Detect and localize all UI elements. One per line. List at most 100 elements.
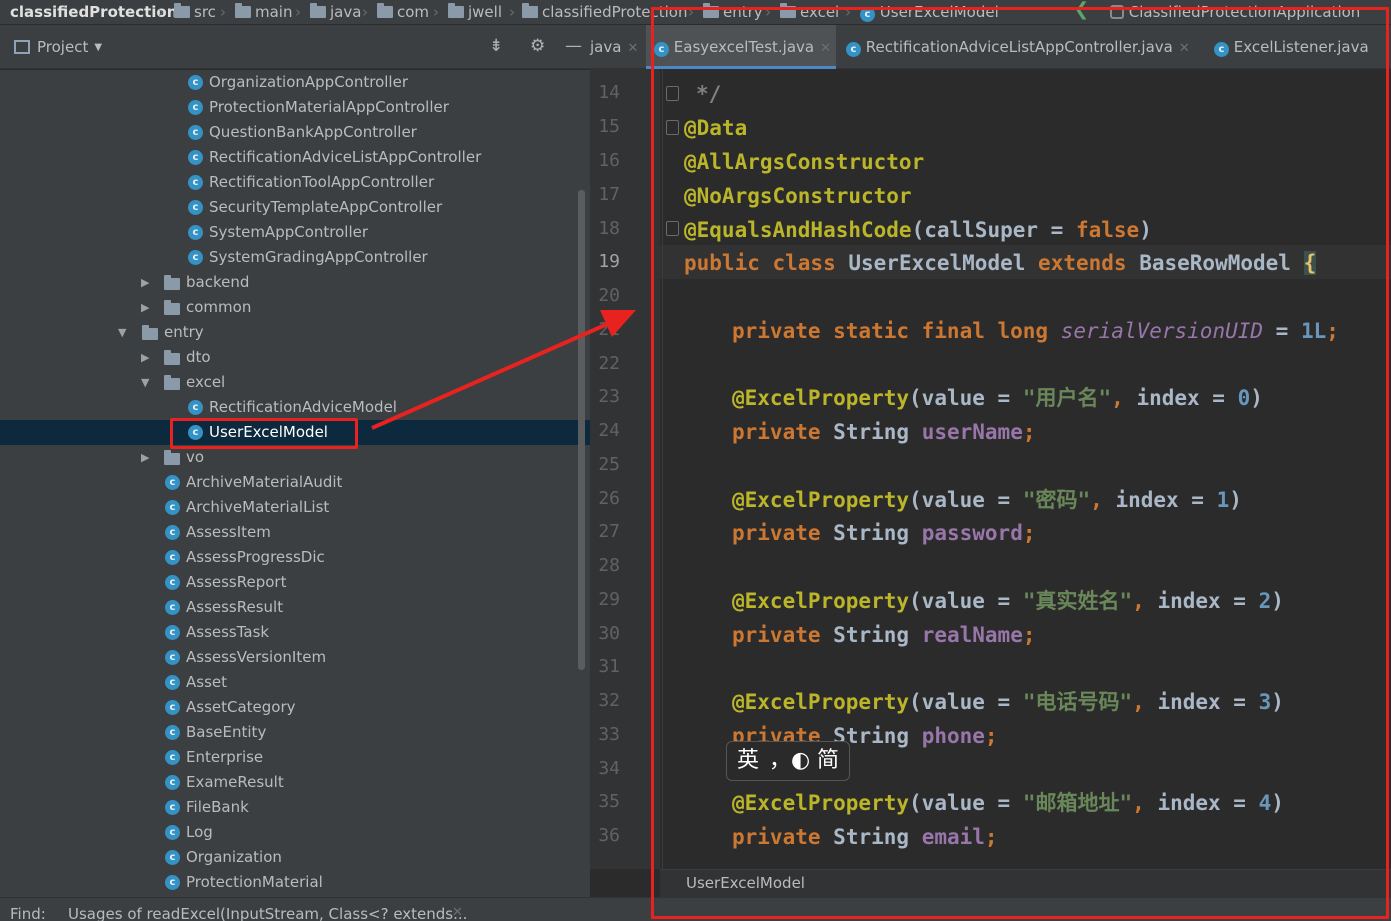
folder-icon <box>448 3 464 18</box>
breadcrumb-java[interactable]: java <box>310 2 361 22</box>
tree-item[interactable]: c BaseEntity <box>0 720 590 745</box>
tree-folder-entry[interactable]: ▼ entry <box>0 320 590 345</box>
expand-arrow-icon[interactable]: ▶ <box>141 345 149 370</box>
tree-item[interactable]: c ProtectionMaterialAppController <box>0 95 590 120</box>
line-number: 33 <box>598 724 620 745</box>
project-view-selector[interactable]: Project ▼ <box>14 38 102 56</box>
tree-item-label: ArchiveMaterialAudit <box>186 473 343 491</box>
tree-item[interactable]: c Organization <box>0 845 590 870</box>
tree-item[interactable]: c FileBank <box>0 795 590 820</box>
breadcrumb-main[interactable]: main <box>235 2 292 22</box>
collapse-arrow-icon[interactable]: ▼ <box>141 370 149 395</box>
line-number-current: 19 <box>598 251 620 272</box>
tree-item-label: SystemGradingAppController <box>209 248 428 266</box>
tree-item-label: AssessItem <box>186 523 271 541</box>
class-icon: c <box>165 550 180 565</box>
tree-item[interactable]: c ProtectionMaterial <box>0 870 590 895</box>
breadcrumb-jwell[interactable]: jwell <box>448 2 502 22</box>
folder-icon <box>164 275 180 290</box>
class-icon: c <box>188 100 203 115</box>
breadcrumb-label: main <box>255 3 293 21</box>
breadcrumb-src[interactable]: src <box>174 2 216 22</box>
tree-item-label: AssessResult <box>186 598 284 616</box>
tree-item[interactable]: c QuestionBankAppController <box>0 120 590 145</box>
line-number: 32 <box>598 690 620 711</box>
tree-item-label: FileBank <box>186 798 249 816</box>
class-icon: c <box>165 500 180 515</box>
line-number: 21 <box>598 319 620 340</box>
line-number: 22 <box>598 353 620 374</box>
highlight-box <box>651 7 1389 919</box>
tree-folder-common[interactable]: ▶ common <box>0 295 590 320</box>
project-title: Project <box>37 38 89 56</box>
tree-item[interactable]: c AssessResult <box>0 595 590 620</box>
line-number: 24 <box>598 420 620 441</box>
collapse-arrow-icon[interactable]: ▼ <box>118 320 126 345</box>
tree-item[interactable]: c RectificationToolAppController <box>0 170 590 195</box>
find-label: Find: <box>10 905 46 921</box>
tree-item[interactable]: c OrganizationAppController <box>0 70 590 95</box>
line-number-gutter: 14 15 16 17 18 19 20 21 22 23 24 25 26 2… <box>590 69 660 869</box>
tree-folder-dto[interactable]: ▶ dto <box>0 345 590 370</box>
class-icon: c <box>188 400 203 415</box>
tree-item[interactable]: c AssessProgressDic <box>0 545 590 570</box>
gear-icon[interactable]: ⚙ <box>530 37 545 55</box>
class-icon: c <box>188 200 203 215</box>
tree-item[interactable]: c AssessVersionItem <box>0 645 590 670</box>
expand-arrow-icon[interactable]: ▶ <box>141 295 149 320</box>
tree-item[interactable]: c Asset <box>0 670 590 695</box>
tree-item[interactable]: c RectificationAdviceListAppController <box>0 145 590 170</box>
tree-item-label: RectificationAdviceModel <box>209 398 397 416</box>
expand-arrow-icon[interactable]: ▶ <box>141 445 149 470</box>
line-number: 30 <box>598 623 620 644</box>
tree-item-label: Enterprise <box>186 748 264 766</box>
tree-item[interactable]: c ArchiveMaterialList <box>0 495 590 520</box>
tree-item-label: ProtectionMaterial <box>186 873 323 891</box>
tree-item[interactable]: c AssessTask <box>0 620 590 645</box>
tree-item-label: SystemAppController <box>209 223 369 241</box>
tree-item[interactable]: c ArchiveMaterialAudit <box>0 470 590 495</box>
close-icon[interactable]: ✕ <box>452 905 463 920</box>
tree-item[interactable]: c SystemAppController <box>0 220 590 245</box>
tree-item[interactable]: c Enterprise <box>0 745 590 770</box>
tree-item-label: BaseEntity <box>186 723 267 741</box>
chevron-right-icon: › <box>362 3 368 21</box>
minimize-icon[interactable]: — <box>565 37 582 55</box>
class-icon: c <box>165 825 180 840</box>
tree-item[interactable]: c AssetCategory <box>0 695 590 720</box>
tree-item-label: AssessReport <box>186 573 287 591</box>
tree-item[interactable]: c AssessItem <box>0 520 590 545</box>
expand-arrow-icon[interactable]: ▶ <box>141 270 149 295</box>
line-number: 17 <box>598 184 620 205</box>
class-icon: c <box>165 675 180 690</box>
tree-item-label: excel <box>186 373 226 391</box>
line-number: 26 <box>598 488 620 509</box>
tree-item-label: Asset <box>186 673 228 691</box>
breadcrumb-project[interactable]: classifiedProtection <box>10 2 177 22</box>
breadcrumb-label: jwell <box>468 3 502 21</box>
chevron-down-icon: ▼ <box>94 42 103 53</box>
folder-icon <box>164 350 180 365</box>
class-icon: c <box>165 750 180 765</box>
folder-icon <box>310 3 326 18</box>
line-number: 15 <box>598 116 620 137</box>
close-icon[interactable]: ✕ <box>627 41 638 56</box>
tree-item[interactable]: c SecurityTemplateAppController <box>0 195 590 220</box>
tree-folder-backend[interactable]: ▶ backend <box>0 270 590 295</box>
tree-item-label: common <box>186 298 252 316</box>
class-icon: c <box>165 700 180 715</box>
tree-item[interactable]: c RectificationAdviceModel <box>0 395 590 420</box>
tab-java-overflow[interactable]: java ✕ <box>590 25 646 69</box>
tree-item-label: RectificationAdviceListAppController <box>209 148 482 166</box>
tree-folder-excel[interactable]: ▼ excel <box>0 370 590 395</box>
find-tab[interactable]: Usages of readExcel(InputStream, Class<?… <box>68 905 467 921</box>
tree-item[interactable]: c AssessReport <box>0 570 590 595</box>
tree-item-label: dto <box>186 348 211 366</box>
collapse-all-icon[interactable]: ⇟ <box>489 37 503 55</box>
folder-icon <box>164 300 180 315</box>
breadcrumb-com[interactable]: com <box>377 2 429 22</box>
breadcrumb-label: java <box>330 3 362 21</box>
tree-item[interactable]: c ExameResult <box>0 770 590 795</box>
tree-item[interactable]: c SystemGradingAppController <box>0 245 590 270</box>
tree-item[interactable]: c Log <box>0 820 590 845</box>
